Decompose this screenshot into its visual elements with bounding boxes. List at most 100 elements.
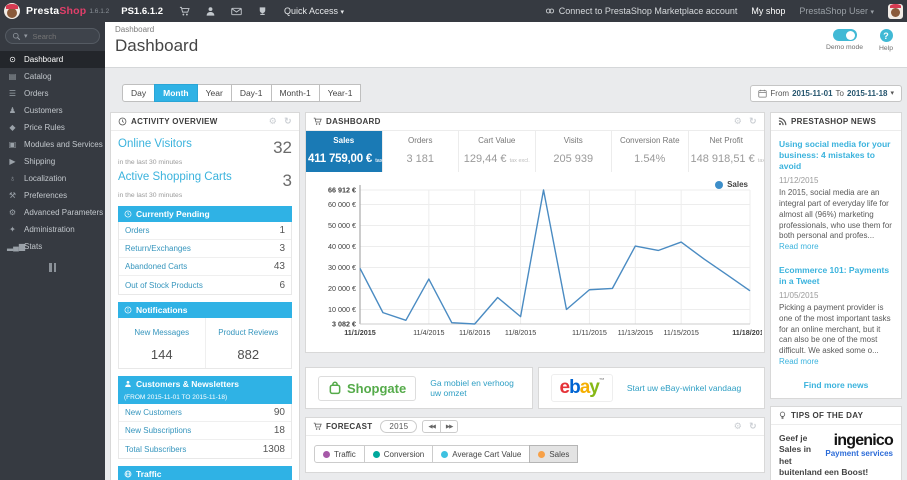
chevron-down-icon[interactable]: ▾ — [24, 32, 28, 40]
clock-icon — [124, 210, 132, 218]
prev-year-button[interactable]: ◀◀ — [422, 420, 441, 433]
find-more-news-link[interactable]: Find more news — [779, 380, 893, 390]
sales-line-chart[interactable]: 3 082 €10 000 €20 000 €30 000 €40 000 €5… — [310, 178, 762, 340]
sidebar-item-dashboard[interactable]: ⊙ Dashboard — [0, 51, 105, 68]
new-messages-link[interactable]: New Messages — [134, 328, 189, 337]
help-icon[interactable]: ? — [879, 29, 893, 42]
legend-dot — [538, 450, 546, 458]
sidebar-collapse-button[interactable] — [47, 263, 59, 272]
gear-icon[interactable]: ⚙ — [734, 116, 742, 127]
shopgate-promo: Shopgate Ga mobiel en verhoog uw omzet — [305, 367, 533, 409]
range-year-1-button[interactable]: Year-1 — [318, 84, 362, 102]
sidebar-item-orders[interactable]: ☰ Orders — [0, 85, 105, 102]
gear-icon[interactable]: ⚙ — [269, 116, 277, 127]
news-article-date: 11/12/2015 — [779, 176, 819, 186]
forecast-year[interactable]: 2015 — [380, 420, 418, 433]
abandoned-carts-link[interactable]: Abandoned Carts — [125, 262, 187, 271]
refresh-icon[interactable]: ↻ — [749, 116, 757, 127]
read-more-link[interactable]: Read more — [779, 242, 819, 251]
customers-rows: New Customers 90 New Subscriptions 18 Tota… — [118, 404, 292, 459]
version-label: PS1.6.1.2 — [121, 5, 163, 17]
svg-text:11/11/2015: 11/11/2015 — [572, 328, 607, 337]
svg-text:20 000 €: 20 000 € — [328, 284, 356, 293]
page-title: Dashboard — [115, 36, 199, 55]
prestashop-admin: PrestaShop 1.6.1.2 PS1.6.1.2 Quick Acces… — [0, 0, 907, 480]
refresh-icon[interactable]: ↻ — [284, 116, 292, 127]
kpi-cart-value[interactable]: Cart Value 129,44 € tax excl. — [459, 131, 536, 172]
user-menu[interactable]: PrestaShop User ▾ — [799, 6, 874, 16]
svg-text:10 000 €: 10 000 € — [328, 305, 356, 314]
demo-mode-toggle[interactable] — [832, 29, 857, 41]
quick-access-menu[interactable]: Quick Access ▾ — [284, 6, 344, 16]
trophy-icon[interactable] — [257, 6, 268, 17]
date-range-picker[interactable]: From 2015-11-01 To 2015-11-18 ▾ — [750, 84, 902, 102]
online-visitors-link[interactable]: Online Visitors — [118, 138, 192, 158]
next-year-button[interactable]: ▶▶ — [439, 420, 459, 433]
legend-label: Sales — [727, 180, 748, 189]
out-of-stock-link[interactable]: Out of Stock Products — [125, 281, 203, 290]
gear-icon[interactable]: ⚙ — [734, 421, 742, 432]
my-shop-link[interactable]: My shop — [751, 6, 785, 16]
sidebar-search[interactable]: ▾ — [5, 28, 100, 44]
range-month-button[interactable]: Month — [154, 84, 198, 102]
returns-link[interactable]: Return/Exchanges — [125, 244, 191, 253]
orders-link[interactable]: Orders — [125, 226, 149, 235]
range-day-1-button[interactable]: Day-1 — [230, 84, 272, 102]
messages-icon[interactable] — [231, 6, 242, 17]
kpi-visits[interactable]: Visits 205 939 — [536, 131, 612, 172]
news-article-title[interactable]: Ecommerce 101: Payments in a Tweet — [779, 265, 893, 287]
active-carts-link[interactable]: Active Shopping Carts — [118, 171, 232, 191]
avatar[interactable] — [888, 3, 903, 19]
news-article-title[interactable]: Using social media for your business: 4 … — [779, 139, 893, 172]
sidebar-item-shipping[interactable]: ▶ Shipping — [0, 153, 105, 170]
refresh-icon[interactable]: ↻ — [749, 421, 757, 432]
dashboard-content: ACTIVITY OVERVIEW ⚙ ↻ Online Visitors 32 i… — [105, 112, 907, 480]
sidebar-item-price-rules[interactable]: ◆ Price Rules — [0, 119, 105, 136]
legend-avg-cart-value-button[interactable]: Average Cart Value — [432, 445, 531, 463]
top-bar: PrestaShop 1.6.1.2 PS1.6.1.2 Quick Acces… — [0, 0, 907, 22]
customers-newsletters-header: Customers & Newsletters (FROM 2015-11-01 … — [118, 376, 292, 404]
list-icon: ☰ — [8, 89, 17, 98]
kpi-conversion-rate[interactable]: Conversion Rate 1.54% — [612, 131, 689, 172]
main-area: Dashboard Dashboard Demo mode ? Help Day… — [105, 22, 907, 480]
new-subscriptions-link[interactable]: New Subscriptions — [125, 426, 191, 435]
cart-icon[interactable] — [179, 6, 190, 17]
prestashop-news-panel: PRESTASHOP NEWS Using social media for y… — [770, 112, 902, 399]
sidebar-item-stats[interactable]: ▂▄▆ Stats — [0, 238, 105, 255]
svg-text:11/13/2015: 11/13/2015 — [618, 328, 653, 337]
table-row: Return/Exchanges 3 — [119, 240, 291, 258]
globe-icon: ♁ — [9, 174, 16, 183]
sidebar-item-advanced-parameters[interactable]: ⚙ Advanced Parameters — [0, 204, 105, 221]
legend-sales-button[interactable]: Sales — [529, 445, 579, 463]
sidebar-item-catalog[interactable]: ▤ Catalog — [0, 68, 105, 85]
legend-dot — [372, 450, 380, 458]
sidebar-item-administration[interactable]: ✦ Administration — [0, 221, 105, 238]
legend-traffic-button[interactable]: Traffic — [314, 445, 365, 463]
activity-icon — [118, 117, 127, 126]
legend-conversion-button[interactable]: Conversion — [363, 445, 434, 463]
new-customers-link[interactable]: New Customers — [125, 408, 182, 417]
rss-icon — [778, 117, 787, 126]
marketplace-link[interactable]: Connect to PrestaShop Marketplace accoun… — [545, 6, 737, 16]
kpi-orders[interactable]: Orders 3 181 — [383, 131, 459, 172]
kpi-net-profit[interactable]: Net Profit148 918,51 € tax excl. — [689, 131, 765, 172]
range-year-button[interactable]: Year — [196, 84, 232, 102]
read-more-link[interactable]: Read more — [779, 357, 819, 366]
total-subscribers-link[interactable]: Total Subscribers — [125, 445, 186, 454]
gear-icon: ⚙ — [8, 208, 17, 217]
search-input[interactable] — [30, 30, 83, 42]
sidebar-item-localization[interactable]: ♁ Localization — [0, 170, 105, 187]
active-carts-sub: in the last 30 minutes — [118, 192, 183, 199]
product-reviews-link[interactable]: Product Reviews — [218, 328, 278, 337]
range-day-button[interactable]: Day — [122, 84, 156, 102]
sidebar-item-modules[interactable]: ▣ Modules and Services — [0, 136, 105, 153]
shopgate-link[interactable]: Ga mobiel en verhoog uw omzet — [430, 378, 519, 398]
prestashop-logo-icon[interactable] — [4, 3, 20, 19]
range-month-1-button[interactable]: Month-1 — [270, 84, 320, 102]
breadcrumb[interactable]: Dashboard — [115, 25, 897, 34]
sidebar-item-customers[interactable]: ♟ Customers — [0, 102, 105, 119]
kpi-sales[interactable]: Sales411 759,00 € tax excl. — [306, 131, 383, 172]
sidebar-item-preferences[interactable]: ⚒ Preferences — [0, 187, 105, 204]
ebay-link[interactable]: Start uw eBay-winkel vandaag — [627, 383, 741, 393]
customers-icon[interactable] — [205, 6, 216, 17]
